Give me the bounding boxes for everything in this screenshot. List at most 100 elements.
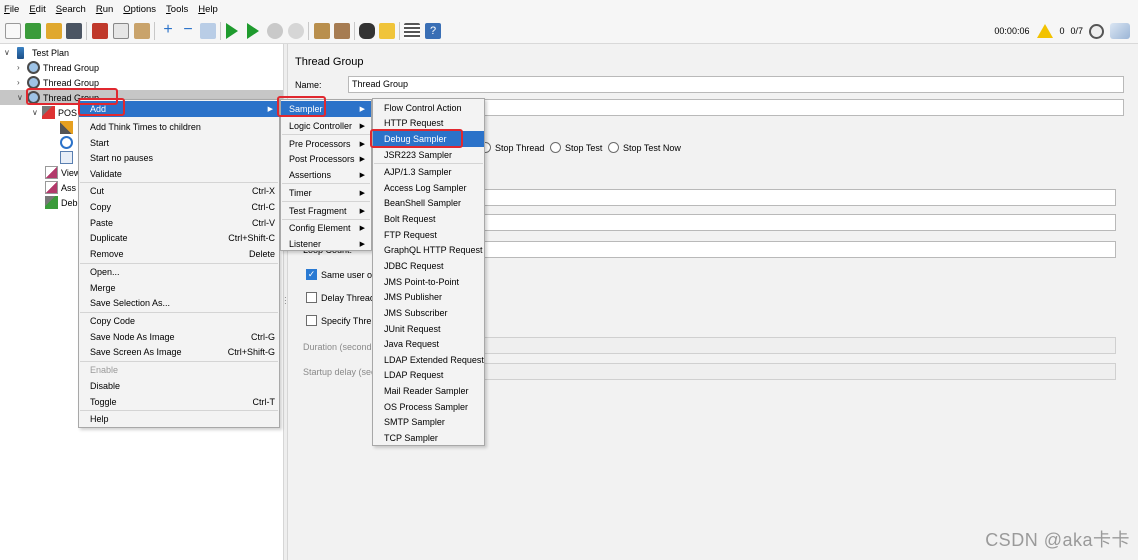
menu-item-duplicate[interactable]: Duplicate Ctrl+Shift-C — [79, 230, 279, 246]
menu-item-save-selection[interactable]: Save Selection As... — [79, 295, 279, 311]
menu-item-copy[interactable]: Copy Ctrl-C — [79, 199, 279, 215]
menu-item-sampler-option[interactable]: TCP Sampler — [373, 430, 484, 446]
menu-item-remove[interactable]: Remove Delete — [79, 246, 279, 262]
menu-file[interactable]: File — [4, 4, 19, 15]
menu-item-pre-processors[interactable]: Pre Processors ▶ — [281, 136, 371, 152]
menu-item-add[interactable]: Add ▶ — [79, 101, 279, 117]
menu-tools[interactable]: Tools — [166, 4, 188, 15]
stop-thread-radio[interactable]: Stop Thread — [480, 142, 544, 153]
stop-test-now-radio[interactable]: Stop Test Now — [608, 142, 681, 153]
specify-lifetime-checkbox[interactable]: Specify Thre — [306, 315, 371, 326]
tree-node-test-plan[interactable]: ∨ Test Plan — [4, 45, 69, 60]
menu-item-sampler-option[interactable]: Mail Reader Sampler — [373, 383, 484, 399]
menu-item-sampler-option[interactable]: HTTP Request — [373, 115, 484, 131]
menu-item-logic-controller[interactable]: Logic Controller ▶ — [281, 118, 371, 134]
menu-item-help[interactable]: Help — [79, 411, 279, 427]
duration-field[interactable] — [484, 337, 1116, 354]
menu-item-sampler[interactable]: Sampler ▶ — [281, 101, 371, 117]
menu-item-start[interactable]: Start — [79, 135, 279, 151]
start-icon[interactable] — [226, 23, 238, 39]
menu-item-start-no-pauses[interactable]: Start no pauses — [79, 150, 279, 166]
menu-item-sampler-option[interactable]: JDBC Request — [373, 258, 484, 274]
number-of-threads-field[interactable] — [484, 189, 1116, 206]
menu-item-post-processors[interactable]: Post Processors ▶ — [281, 151, 371, 167]
cut-icon[interactable] — [92, 23, 108, 39]
paste-icon[interactable] — [134, 23, 150, 39]
function-helper-icon[interactable] — [404, 23, 420, 39]
menu-item-sampler-option[interactable]: Java Request — [373, 336, 484, 352]
ramp-up-field[interactable] — [484, 214, 1116, 231]
new-icon[interactable] — [5, 23, 21, 39]
menu-item-sampler-option[interactable]: Flow Control Action — [373, 100, 484, 116]
stop-icon[interactable] — [267, 23, 283, 39]
menu-item-sampler-option[interactable]: OS Process Sampler — [373, 399, 484, 415]
menu-item-sampler-option[interactable]: LDAP Extended Request — [373, 352, 484, 368]
reset-search-icon[interactable] — [379, 23, 395, 39]
tree-node-deb[interactable]: Deb — [45, 195, 78, 210]
menu-item-save-node-image[interactable]: Save Node As Image Ctrl-G — [79, 329, 279, 345]
tree-node-child[interactable] — [60, 135, 76, 150]
tree-node-thread-group[interactable]: › Thread Group — [17, 75, 99, 90]
search-icon[interactable] — [359, 23, 375, 39]
menu-item-copy-code[interactable]: Copy Code — [79, 313, 279, 329]
tree-node-child[interactable] — [60, 150, 76, 165]
startup-delay-field[interactable] — [484, 363, 1116, 380]
menu-item-open[interactable]: Open... — [79, 264, 279, 280]
menu-run[interactable]: Run — [96, 4, 113, 15]
menu-item-sampler-option[interactable]: GraphQL HTTP Request — [373, 242, 484, 258]
menu-item-sampler-option[interactable]: JSR223 Sampler — [373, 147, 484, 163]
log-viewer-icon[interactable] — [1110, 23, 1130, 39]
collapse-icon[interactable]: − — [180, 22, 196, 39]
menu-item-listener[interactable]: Listener ▶ — [281, 236, 371, 252]
menu-item-add-think-times[interactable]: Add Think Times to children — [79, 119, 279, 135]
tree-node-child[interactable] — [60, 120, 76, 135]
menu-item-sampler-option[interactable]: SMTP Sampler — [373, 414, 484, 430]
menu-options[interactable]: Options — [123, 4, 156, 15]
drag-handle-icon[interactable]: · · · — [284, 294, 287, 308]
tree-node-view[interactable]: View — [45, 165, 80, 180]
menu-item-save-screen-image[interactable]: Save Screen As Image Ctrl+Shift-G — [79, 344, 279, 360]
menu-item-sampler-option[interactable]: JMS Point-to-Point — [373, 274, 484, 290]
expand-icon[interactable]: + — [160, 22, 176, 39]
tree-node-ass[interactable]: Ass — [45, 180, 76, 195]
menu-item-sampler-option[interactable]: BeanShell Sampler — [373, 195, 484, 211]
menu-item-debug-sampler[interactable]: Debug Sampler — [373, 131, 484, 147]
save-icon[interactable] — [66, 23, 82, 39]
copy-icon[interactable] — [113, 23, 129, 39]
chevron-down-icon[interactable]: ∨ — [32, 108, 42, 117]
menu-item-paste[interactable]: Paste Ctrl-V — [79, 215, 279, 231]
menu-item-assertions[interactable]: Assertions ▶ — [281, 167, 371, 183]
name-field[interactable]: Thread Group — [348, 76, 1124, 93]
menu-item-merge[interactable]: Merge — [79, 280, 279, 296]
shutdown-icon[interactable] — [288, 23, 304, 39]
same-user-checkbox[interactable]: ✓ Same user o — [306, 269, 372, 280]
menu-help[interactable]: Help — [198, 4, 218, 15]
warning-icon[interactable] — [1037, 24, 1054, 38]
templates-icon[interactable] — [25, 23, 41, 39]
menu-item-sampler-option[interactable]: LDAP Request — [373, 367, 484, 383]
menu-edit[interactable]: Edit — [29, 4, 45, 15]
tree-node-thread-group[interactable]: › Thread Group — [17, 60, 99, 75]
stop-test-radio[interactable]: Stop Test — [550, 142, 602, 153]
toggle-icon[interactable] — [200, 23, 216, 39]
clear-all-icon[interactable] — [334, 23, 350, 39]
menu-item-sampler-option[interactable]: JUnit Request — [373, 321, 484, 337]
help-icon[interactable]: ? — [425, 23, 441, 39]
menu-item-disable[interactable]: Disable — [79, 378, 279, 394]
loop-count-field[interactable] — [484, 241, 1116, 258]
menu-item-sampler-option[interactable]: JMS Subscriber — [373, 305, 484, 321]
chevron-down-icon[interactable]: ∨ — [4, 48, 14, 57]
open-icon[interactable] — [46, 23, 62, 39]
menu-item-sampler-option[interactable]: FTP Request — [373, 227, 484, 243]
start-no-pauses-icon[interactable] — [247, 23, 259, 39]
menu-item-sampler-option[interactable]: AJP/1.3 Sampler — [373, 164, 484, 180]
chevron-right-icon[interactable]: › — [17, 78, 27, 87]
menu-item-sampler-option[interactable]: Bolt Request — [373, 211, 484, 227]
menu-item-cut[interactable]: Cut Ctrl-X — [79, 183, 279, 199]
tree-node-post[interactable]: ∨ POS — [32, 105, 77, 120]
clear-icon[interactable] — [314, 23, 330, 39]
chevron-right-icon[interactable]: › — [17, 63, 27, 72]
chevron-down-icon[interactable]: ∨ — [17, 93, 27, 102]
menu-item-test-fragment[interactable]: Test Fragment ▶ — [281, 203, 371, 219]
menu-item-toggle[interactable]: Toggle Ctrl-T — [79, 394, 279, 410]
